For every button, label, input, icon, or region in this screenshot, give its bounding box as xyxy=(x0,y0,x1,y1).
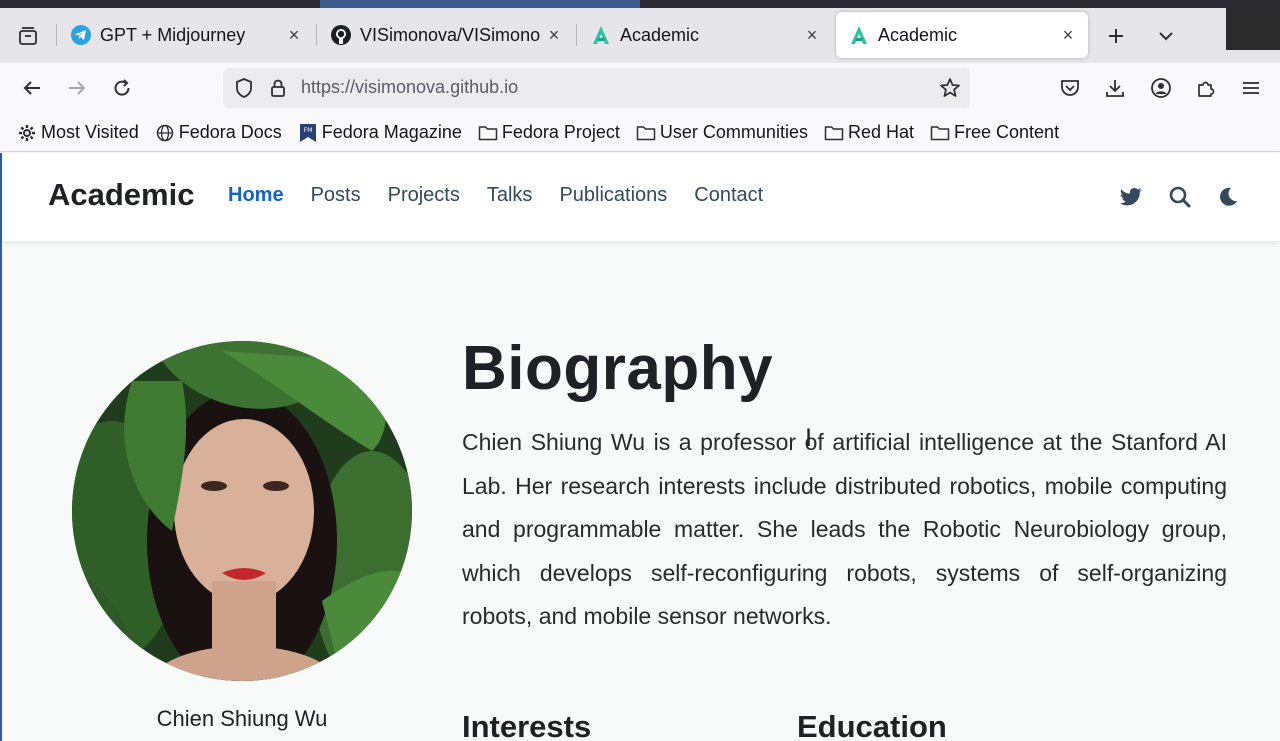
tab-label: Academic xyxy=(620,24,700,45)
navigation-toolbar: https://visimonova.github.io xyxy=(0,63,1280,114)
bookmark-fedora-magazine[interactable]: FM Fedora Magazine xyxy=(298,122,462,143)
account-icon[interactable] xyxy=(1148,75,1174,101)
site-brand[interactable]: Academic xyxy=(48,177,194,213)
reload-button[interactable] xyxy=(109,75,135,101)
site-menu: Home Posts Projects Talks Publications C… xyxy=(228,184,790,207)
menu-posts[interactable]: Posts xyxy=(311,184,361,207)
bookmark-fedora-project[interactable]: Fedora Project xyxy=(478,122,620,143)
bookmark-most-visited[interactable]: Most Visited xyxy=(17,122,139,143)
tab-separator xyxy=(576,24,577,46)
bookmark-red-hat[interactable]: Red Hat xyxy=(824,122,914,143)
address-bar[interactable]: https://visimonova.github.io xyxy=(223,68,970,108)
folder-icon xyxy=(930,123,950,143)
gear-icon xyxy=(17,123,37,143)
extensions-icon[interactable] xyxy=(1193,75,1219,101)
bookmark-star-icon[interactable] xyxy=(937,75,963,101)
menu-projects[interactable]: Projects xyxy=(388,184,460,207)
tab-overflow-button[interactable] xyxy=(1150,20,1182,52)
window-top-strip xyxy=(0,0,1280,8)
education-heading: Education xyxy=(797,709,947,741)
bookmark-label: Red Hat xyxy=(847,122,915,142)
reload-icon xyxy=(114,79,130,96)
url-text[interactable]: https://visimonova.github.io xyxy=(301,77,518,98)
biography-text: Chien Shiung Wu is a professor of artifi… xyxy=(462,429,1227,629)
person-name: Chien Shiung Wu xyxy=(156,706,328,731)
globe-icon xyxy=(155,123,175,143)
shield-icon[interactable] xyxy=(231,75,257,101)
tab-bar: GPT + Midjourney × VISimonova/VISimonova… xyxy=(0,8,1280,63)
window-corner xyxy=(1226,8,1280,50)
bookmarks-toolbar: Most Visited Fedora Docs FM Fedora Magaz… xyxy=(0,114,1280,152)
biography-heading: Biography xyxy=(462,334,774,403)
close-tab-icon[interactable]: × xyxy=(280,21,308,49)
fedora-magazine-icon: FM xyxy=(298,123,318,143)
pocket-icon[interactable] xyxy=(1057,75,1083,101)
new-tab-button[interactable] xyxy=(1100,20,1132,52)
chevron-down-icon xyxy=(1159,32,1173,41)
bookmark-label: Fedora Project xyxy=(501,122,620,142)
site-icon-group xyxy=(1098,183,1242,211)
close-tab-icon[interactable]: × xyxy=(540,21,568,49)
bookmark-label: Fedora Docs xyxy=(178,122,282,142)
bookmark-label: Fedora Magazine xyxy=(321,122,462,142)
twitter-icon[interactable] xyxy=(1118,183,1146,211)
bookmark-user-communities[interactable]: User Communities xyxy=(636,122,808,143)
folder-icon xyxy=(636,123,656,143)
bookmark-label: Free Content xyxy=(954,122,1060,142)
telegram-icon xyxy=(70,24,92,46)
list-all-tabs-button[interactable] xyxy=(12,20,44,52)
tab-tray-icon xyxy=(19,27,37,45)
tab-gpt-midjourney[interactable]: GPT + Midjourney × xyxy=(58,12,314,58)
tab-label: Academic xyxy=(878,24,958,45)
bookmark-label: User Communities xyxy=(659,122,808,142)
web-page: Academic Home Posts Projects Talks Publi… xyxy=(0,153,1280,741)
close-tab-icon[interactable]: × xyxy=(1054,21,1082,49)
tab-academic-active[interactable]: Academic × xyxy=(836,12,1088,58)
bookmark-free-content[interactable]: Free Content xyxy=(930,122,1059,143)
avatar xyxy=(72,341,412,681)
arrow-right-icon xyxy=(69,81,86,95)
back-button[interactable] xyxy=(19,75,45,101)
folder-icon xyxy=(478,123,498,143)
tab-github-visimonova[interactable]: VISimonova/VISimonova × xyxy=(318,12,574,58)
bookmark-label: Most Visited xyxy=(41,122,139,142)
text-cursor-icon: I xyxy=(805,424,813,452)
site-navbar: Academic Home Posts Projects Talks Publi… xyxy=(2,153,1280,241)
menu-publications[interactable]: Publications xyxy=(559,184,667,207)
plus-icon xyxy=(1109,29,1123,43)
tab-separator xyxy=(316,24,317,46)
window-top-highlight xyxy=(320,0,640,8)
bookmark-fedora-docs[interactable]: Fedora Docs xyxy=(155,122,282,143)
search-icon[interactable] xyxy=(1166,183,1194,211)
tab-label: GPT + Midjourney xyxy=(100,24,246,45)
download-icon[interactable] xyxy=(1102,75,1128,101)
tab-separator xyxy=(56,24,57,46)
lock-icon[interactable] xyxy=(265,75,291,101)
academic-logo-icon xyxy=(590,24,612,46)
menu-talks[interactable]: Talks xyxy=(487,184,533,207)
forward-button[interactable] xyxy=(64,75,90,101)
close-tab-icon[interactable]: × xyxy=(798,21,826,49)
menu-home[interactable]: Home xyxy=(228,184,284,207)
tab-label: VISimonova/VISimonova xyxy=(360,24,540,45)
github-icon xyxy=(330,24,352,46)
arrow-left-icon xyxy=(23,81,40,95)
academic-logo-icon xyxy=(848,24,870,46)
tab-academic[interactable]: Academic × xyxy=(578,12,832,58)
folder-icon xyxy=(824,123,844,143)
menu-contact[interactable]: Contact xyxy=(694,184,763,207)
svg-text:FM: FM xyxy=(303,127,312,134)
moon-icon[interactable] xyxy=(1214,183,1242,211)
profile-photo xyxy=(72,341,412,681)
interests-heading: Interests xyxy=(462,709,592,741)
hamburger-menu-icon[interactable] xyxy=(1238,75,1264,101)
